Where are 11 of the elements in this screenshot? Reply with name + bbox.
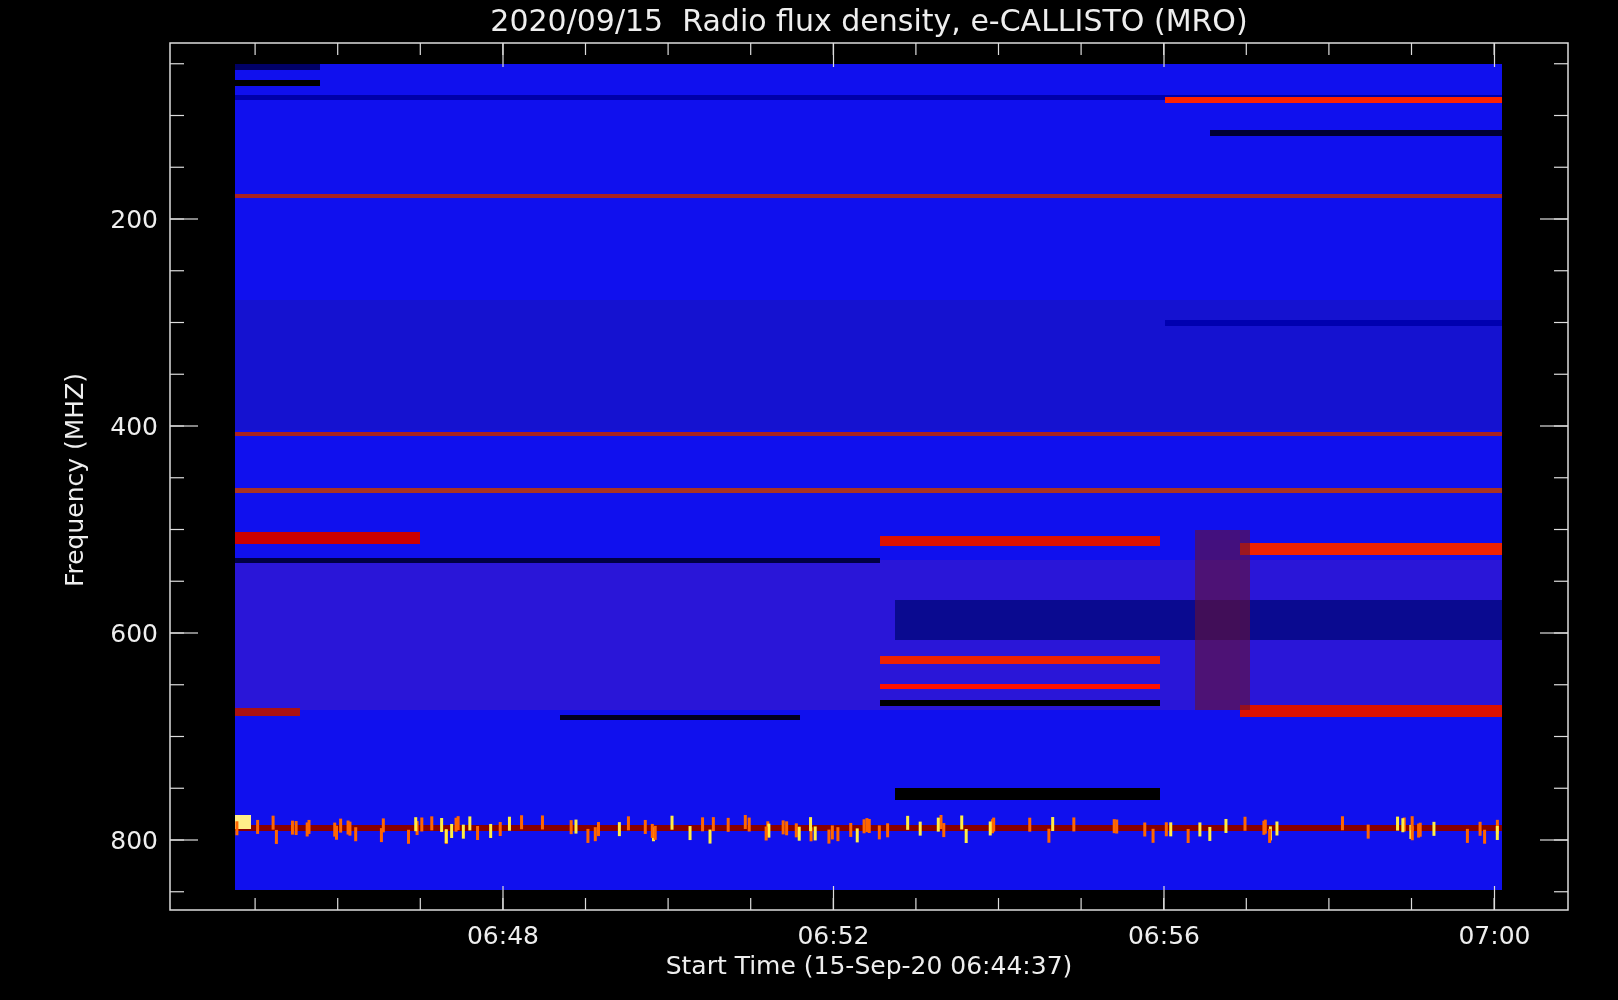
y-tick-label: 200 (110, 205, 158, 234)
y-tick-label: 400 (110, 412, 158, 441)
y-tick-label: 600 (110, 619, 158, 648)
x-tick-label: 06:52 (797, 921, 870, 950)
y-axis-label: Frequency (MHZ) (60, 372, 89, 588)
x-tick-label: 07:00 (1458, 921, 1531, 950)
x-axis-label: Start Time (15-Sep-20 06:44:37) (665, 951, 1073, 980)
y-tick-label: 800 (110, 826, 158, 855)
chart-title: 2020/09/15 Radio flux density, e-CALLISTO (MRO) (490, 3, 1248, 38)
x-tick-label: 06:48 (467, 921, 539, 950)
x-tick-label: 06:56 (1128, 921, 1200, 950)
